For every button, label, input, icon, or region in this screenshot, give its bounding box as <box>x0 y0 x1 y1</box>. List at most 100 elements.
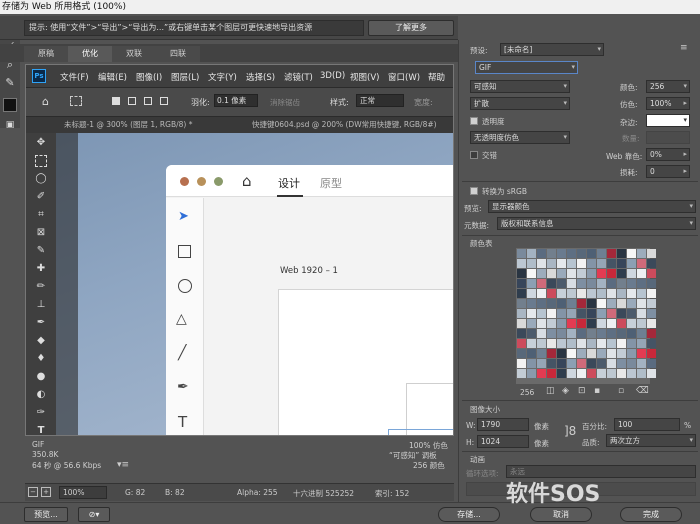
zoom-in-icon[interactable]: + <box>41 487 51 497</box>
color-swatch[interactable] <box>547 319 556 328</box>
color-swatch[interactable] <box>527 349 536 358</box>
color-swatch[interactable] <box>587 279 596 288</box>
color-swatch[interactable] <box>597 279 606 288</box>
color-swatch[interactable] <box>607 359 616 368</box>
color-swatch[interactable] <box>647 269 656 278</box>
color-swatch[interactable] <box>647 279 656 288</box>
color-swatch[interactable] <box>597 299 606 308</box>
color-swatch[interactable] <box>547 279 556 288</box>
transparency-dither-select[interactable]: 无透明度仿色 ▾ <box>470 131 570 144</box>
color-swatch[interactable] <box>607 369 616 378</box>
zoom-select[interactable]: 100% <box>59 486 107 499</box>
color-swatch[interactable] <box>557 269 566 278</box>
dither-field[interactable]: 100% ▸ <box>646 97 690 110</box>
color-swatch[interactable] <box>607 279 616 288</box>
color-swatch[interactable] <box>517 359 526 368</box>
color-swatch[interactable] <box>577 319 586 328</box>
color-swatch[interactable] <box>577 359 586 368</box>
color-swatch[interactable] <box>547 359 556 368</box>
color-swatch[interactable] <box>647 299 656 308</box>
tab-original[interactable]: 原稿 <box>24 46 68 62</box>
color-swatch[interactable] <box>557 299 566 308</box>
color-swatch[interactable] <box>607 259 616 268</box>
color-swatch[interactable] <box>617 339 626 348</box>
lossy-field[interactable]: 0 ▸ <box>646 165 690 178</box>
color-swatch[interactable] <box>557 329 566 338</box>
color-swatch[interactable] <box>587 249 596 258</box>
color-swatch[interactable] <box>627 289 636 298</box>
cancel-button[interactable]: 取消 <box>530 507 592 522</box>
color-swatch[interactable] <box>547 259 556 268</box>
color-swatch[interactable] <box>577 269 586 278</box>
transparency-checkbox[interactable] <box>470 117 478 125</box>
color-swatch[interactable] <box>627 359 636 368</box>
color-swatch[interactable] <box>597 339 606 348</box>
color-swatch[interactable] <box>577 279 586 288</box>
lock-color-icon[interactable]: ⊡ <box>578 386 586 396</box>
image-preview[interactable]: Ps 文件(F) 编辑(E) 图像(I) 图层(L) 文字(Y) 选择(S) 滤… <box>25 64 454 436</box>
eyedropper-color-swatch[interactable] <box>3 98 17 112</box>
eyedropper-icon[interactable]: ✎ <box>3 76 17 90</box>
color-swatch[interactable] <box>547 299 556 308</box>
color-swatch[interactable] <box>517 269 526 278</box>
color-swatch[interactable] <box>627 329 636 338</box>
color-swatch[interactable] <box>617 259 626 268</box>
tab-4up[interactable]: 四联 <box>156 46 200 62</box>
color-swatch[interactable] <box>637 339 646 348</box>
tab-2up[interactable]: 双联 <box>112 46 156 62</box>
color-swatch[interactable] <box>617 279 626 288</box>
color-swatch[interactable] <box>567 289 576 298</box>
color-swatch[interactable] <box>637 259 646 268</box>
color-swatch[interactable] <box>527 299 536 308</box>
color-swatch[interactable] <box>637 269 646 278</box>
color-swatch[interactable] <box>577 299 586 308</box>
map-color-icon[interactable]: ◫ <box>546 386 555 396</box>
color-swatch[interactable] <box>597 309 606 318</box>
color-swatch[interactable] <box>577 289 586 298</box>
web-shift-icon[interactable]: ◈ <box>562 386 569 396</box>
color-swatch[interactable] <box>597 259 606 268</box>
color-swatch[interactable] <box>587 349 596 358</box>
color-swatch[interactable] <box>597 359 606 368</box>
color-swatch[interactable] <box>617 309 626 318</box>
color-swatch[interactable] <box>607 349 616 358</box>
color-swatch[interactable] <box>607 309 616 318</box>
color-swatch[interactable] <box>567 369 576 378</box>
browser-preview-button[interactable]: ⊘▾ <box>78 507 110 522</box>
link-icon[interactable]: ]8 <box>564 424 576 438</box>
color-swatch[interactable] <box>637 349 646 358</box>
color-swatch[interactable] <box>587 359 596 368</box>
color-swatch[interactable] <box>547 369 556 378</box>
web-snap-field[interactable]: 0% ▸ <box>646 148 690 161</box>
toggle-slices-icon[interactable]: ▣ <box>3 118 17 132</box>
color-swatch[interactable] <box>547 339 556 348</box>
color-swatch[interactable] <box>637 279 646 288</box>
color-swatch[interactable] <box>567 269 576 278</box>
color-swatch[interactable] <box>527 339 536 348</box>
convert-srgb-checkbox[interactable] <box>470 187 478 195</box>
color-swatch[interactable] <box>587 329 596 338</box>
color-swatch[interactable] <box>517 289 526 298</box>
color-swatch[interactable] <box>557 309 566 318</box>
color-swatch[interactable] <box>567 339 576 348</box>
colors-field[interactable]: 256 ▾ <box>646 80 690 93</box>
color-swatch[interactable] <box>647 249 656 258</box>
color-swatch[interactable] <box>547 249 556 258</box>
color-swatch[interactable] <box>567 349 576 358</box>
color-table[interactable] <box>516 248 656 384</box>
new-color-icon[interactable]: ▫ <box>618 386 624 396</box>
color-swatch[interactable] <box>617 269 626 278</box>
color-swatch[interactable] <box>617 329 626 338</box>
color-swatch[interactable] <box>567 259 576 268</box>
color-swatch[interactable] <box>527 289 536 298</box>
done-button[interactable]: 完成 <box>620 507 682 522</box>
color-swatch[interactable] <box>537 269 546 278</box>
color-swatch[interactable] <box>537 289 546 298</box>
color-swatch[interactable] <box>527 329 536 338</box>
color-swatch[interactable] <box>547 349 556 358</box>
color-swatch[interactable] <box>627 369 636 378</box>
add-color-icon[interactable]: ▪ <box>594 386 600 396</box>
color-swatch[interactable] <box>537 369 546 378</box>
interlaced-checkbox[interactable] <box>470 151 478 159</box>
color-swatch[interactable] <box>627 319 636 328</box>
